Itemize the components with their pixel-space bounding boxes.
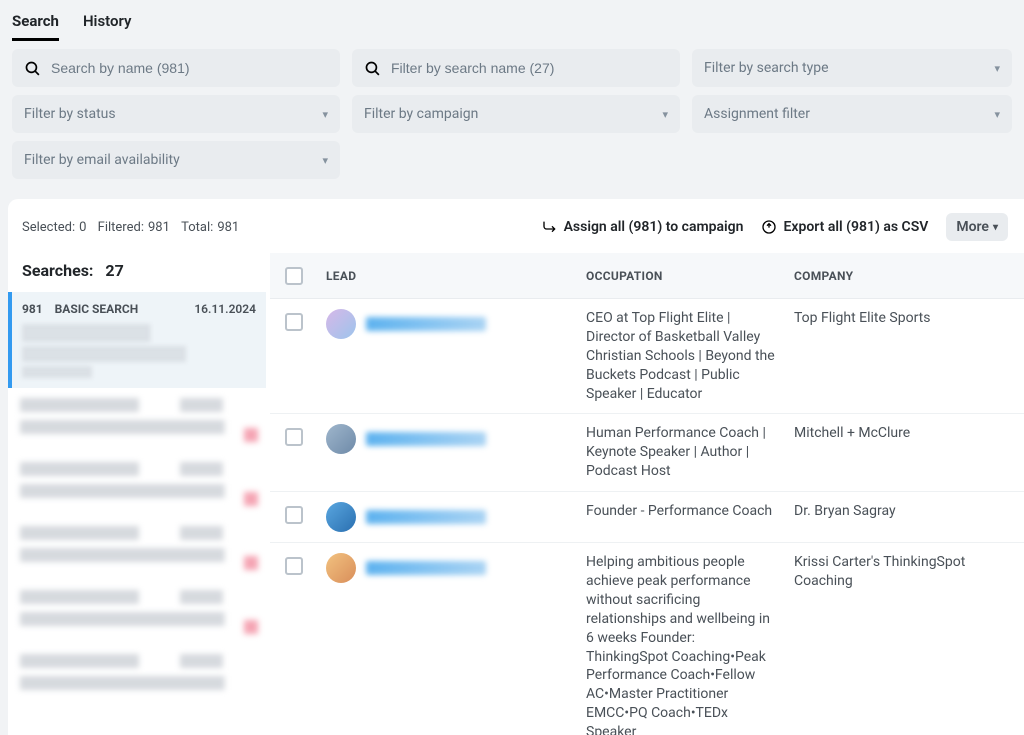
lead-name-redacted [366,317,486,331]
avatar [326,309,356,339]
filter-label: Filter by status [24,106,116,122]
search-entry-count: 981 [22,302,43,316]
search-by-name[interactable] [12,49,340,87]
assign-all-button[interactable]: Assign all (981) to campaign [542,219,744,235]
export-button[interactable]: Export all (981) as CSV [761,219,928,235]
filter-row-2: Filter by status ▾ Filter by campaign ▾ … [0,87,1024,133]
table-row[interactable]: Human Performance Coach | Keynote Speake… [270,414,1024,492]
filter-label: Assignment filter [704,106,810,122]
table-row[interactable]: Helping ambitious people achieve peak pe… [270,543,1024,735]
filtered-label: Filtered: [98,220,144,235]
chevron-down-icon: ▾ [662,108,668,121]
filter-by-email[interactable]: Filter by email availability ▾ [12,141,340,179]
row-checkbox[interactable] [285,557,303,575]
filter-label: Filter by email availability [24,152,180,168]
table-row[interactable]: Founder - Performance Coach Dr. Bryan Sa… [270,492,1024,543]
search-entry[interactable] [8,388,270,452]
chevron-down-icon: ▾ [993,222,998,233]
more-label: More [956,219,989,235]
filter-by-search-type[interactable]: Filter by search type ▾ [692,49,1012,87]
company-text: Krissi Carter's ThinkingSpot Coaching [786,553,1024,591]
main-panel: Selected: 0 Filtered: 981 Total: 981 Ass… [8,199,1024,735]
search-entry-date: 16.11.2024 [194,302,256,316]
chevron-down-icon: ▾ [994,62,1000,75]
assignment-filter[interactable]: Assignment filter ▾ [692,95,1012,133]
occupation-text: Human Performance Coach | Keynote Speake… [578,424,786,481]
avatar [326,553,356,583]
lead-name-redacted [366,432,486,446]
avatar [326,424,356,454]
searches-heading: Searches: 27 [8,253,270,288]
search-entry-type: BASIC SEARCH [55,302,139,316]
avatar [326,502,356,532]
search-entry-preview [22,324,256,378]
occupation-text: Helping ambitious people achieve peak pe… [578,553,786,735]
export-label: Export all (981) as CSV [783,219,928,235]
col-occupation[interactable]: OCCUPATION [578,269,786,283]
chevron-down-icon: ▾ [322,108,328,121]
filter-by-status[interactable]: Filter by status ▾ [12,95,340,133]
searches-count: 27 [105,261,123,280]
total-label: Total: [181,220,213,235]
filter-row-1: Filter by search type ▾ [0,41,1024,87]
assign-label: Assign all (981) to campaign [564,219,744,235]
search-entry[interactable] [8,644,270,708]
lead-name-redacted [366,510,486,524]
stats-left: Selected: 0 Filtered: 981 Total: 981 [22,220,239,235]
tab-bar: Search History [0,0,1024,41]
table-row[interactable]: CEO at Top Flight Elite | Director of Ba… [270,299,1024,414]
search-by-name-input[interactable] [51,60,328,76]
chevron-down-icon: ▾ [994,108,1000,121]
col-lead[interactable]: LEAD [318,269,578,283]
search-entry-active[interactable]: 981 BASIC SEARCH 16.11.2024 [8,292,266,388]
stats-bar: Selected: 0 Filtered: 981 Total: 981 Ass… [8,213,1024,253]
row-checkbox[interactable] [285,506,303,524]
export-icon [761,219,777,235]
company-text: Dr. Bryan Sagray [786,502,1024,521]
filter-label: Filter by search type [704,60,829,76]
filtered-count: 981 [148,220,170,235]
more-button[interactable]: More ▾ [946,213,1008,241]
chevron-down-icon: ▾ [322,154,328,167]
tab-search[interactable]: Search [12,8,59,41]
company-text: Top Flight Elite Sports [786,309,1024,328]
table-header: LEAD OCCUPATION COMPANY [270,253,1024,299]
total-count: 981 [217,220,239,235]
company-text: Mitchell + McClure [786,424,1024,443]
occupation-text: CEO at Top Flight Elite | Director of Ba… [578,309,786,403]
select-all-checkbox[interactable] [285,267,303,285]
search-icon [364,60,381,77]
filter-by-campaign[interactable]: Filter by campaign ▾ [352,95,680,133]
assign-icon [542,219,558,235]
selected-count: 0 [79,220,86,235]
row-checkbox[interactable] [285,313,303,331]
occupation-text: Founder - Performance Coach [578,502,786,521]
search-entry[interactable] [8,516,270,580]
search-icon [24,60,41,77]
row-checkbox[interactable] [285,428,303,446]
filter-label: Filter by campaign [364,106,478,122]
search-entry[interactable] [8,580,270,644]
searches-label: Searches: [22,261,93,280]
filter-by-search-name[interactable] [352,49,680,87]
filter-row-3: Filter by email availability ▾ [0,133,1024,191]
tab-history[interactable]: History [83,8,132,41]
searches-sidebar: Searches: 27 981 BASIC SEARCH 16.11.2024 [8,253,270,735]
filter-by-search-name-input[interactable] [391,60,668,76]
lead-name-redacted [366,561,486,575]
search-entry[interactable] [8,452,270,516]
selected-label: Selected: [22,220,75,235]
actions: Assign all (981) to campaign Export all … [542,213,1008,241]
leads-table: LEAD OCCUPATION COMPANY CEO at Top Fligh… [270,253,1024,735]
col-company[interactable]: COMPANY [786,269,1024,283]
